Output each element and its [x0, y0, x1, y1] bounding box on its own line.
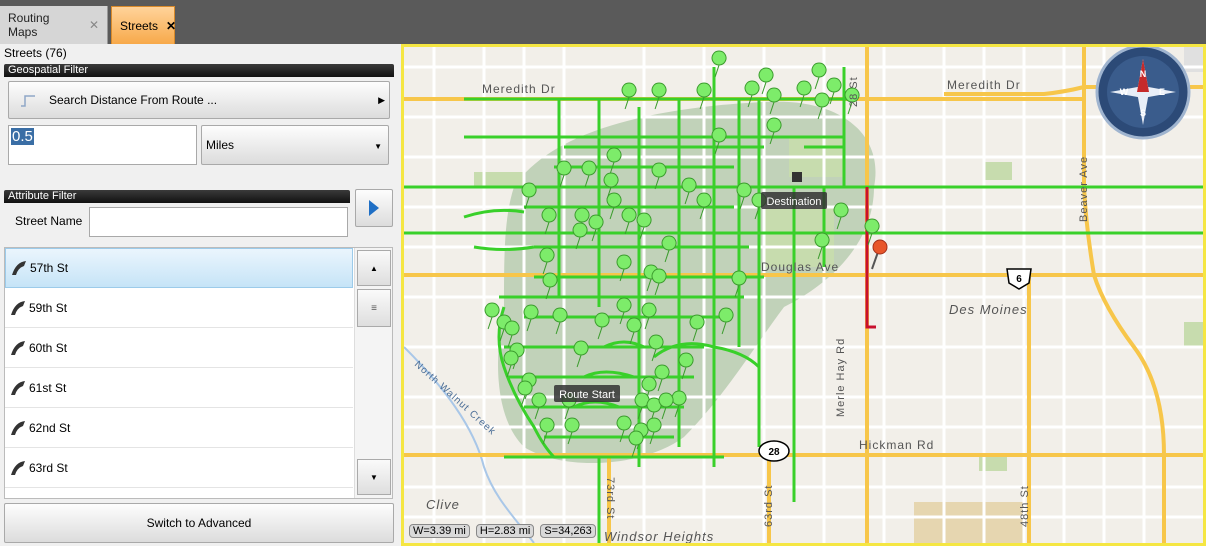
streets-list: 57th St 59th St 60th St 61st St 62nd St … [4, 247, 393, 499]
label-28-st: 28 St [848, 76, 860, 107]
tab-routing-maps-label: Routing Maps [8, 11, 50, 39]
close-icon[interactable]: ✕ [89, 18, 99, 32]
apply-filter-button[interactable] [355, 189, 393, 227]
street-icon [11, 300, 25, 315]
chevron-right-icon: ▶ [378, 95, 385, 105]
street-icon [11, 460, 25, 475]
street-icon [11, 420, 25, 435]
map-canvas: 6 28 Meredith Dr Meredith Dr Douglas Ave… [404, 47, 1203, 543]
destination-label: Destination [766, 196, 821, 208]
label-merle-hay: Merle Hay Rd [835, 338, 847, 417]
chevron-down-icon: ▼ [374, 142, 382, 151]
distance-value: 0.5 [11, 128, 34, 145]
route-start-label: Route Start [559, 389, 615, 401]
shopping-area [914, 502, 1024, 543]
compass-icon[interactable]: N S E W [1095, 47, 1191, 140]
label-douglas: Douglas Ave [761, 260, 839, 274]
park [474, 172, 524, 187]
street-icon [11, 340, 25, 355]
switch-to-advanced-button[interactable]: Switch to Advanced [4, 503, 394, 543]
geospatial-filter-header: Geospatial Filter [4, 64, 394, 77]
label-clive: Clive [426, 497, 460, 512]
list-item[interactable]: 57th St [5, 248, 353, 288]
svg-text:W: W [1120, 87, 1129, 97]
tab-streets[interactable]: Streets ✕ [111, 6, 176, 44]
streets-count: Streets (76) [4, 46, 67, 60]
list-item-label: 61st St [29, 380, 67, 395]
svg-text:N: N [1140, 69, 1147, 79]
list-item-label: 57th St [30, 261, 69, 275]
park [1184, 322, 1203, 348]
label-meredith-right: Meredith Dr [947, 78, 1021, 92]
tab-bar: Routing Maps ✕ Streets ✕ [0, 0, 1206, 44]
scroll-thumb[interactable]: ≡ [357, 289, 391, 327]
map-view[interactable]: 6 28 Meredith Dr Meredith Dr Douglas Ave… [401, 44, 1206, 546]
hwy-28-label: 28 [768, 447, 780, 458]
search-distance-label: Search Distance From Route ... [49, 93, 218, 107]
width-readout: W=3.39 mi [409, 524, 470, 538]
units-selected: Miles [206, 138, 235, 152]
label-73rd: 73rd St [604, 477, 616, 519]
list-item[interactable]: 63rd St [5, 448, 353, 488]
search-distance-button[interactable]: Search Distance From Route ... ▶ [8, 81, 390, 119]
park [984, 162, 1012, 180]
label-beaver: Beaver Ave [1078, 156, 1090, 222]
scale-readout: S=34,263 [540, 524, 596, 538]
tab-streets-label: Streets [120, 18, 159, 33]
distance-input[interactable]: 0.5 [8, 125, 197, 165]
route-start-callout: Route Start [554, 385, 620, 402]
height-readout: H=2.83 mi [475, 524, 535, 538]
label-des-moines: Des Moines [949, 302, 1028, 317]
list-item-label: 63rd St [29, 460, 68, 475]
destination-callout: Destination [761, 192, 827, 209]
units-select[interactable]: Miles ▼ [201, 125, 389, 165]
route-icon [21, 95, 35, 107]
label-meredith-left: Meredith Dr [482, 82, 556, 96]
scroll-up-button[interactable]: ▲ [357, 250, 391, 286]
svg-text:S: S [1140, 108, 1146, 118]
play-icon [369, 200, 379, 216]
list-item[interactable]: 59th St [5, 288, 353, 328]
label-63rd: 63rd St [763, 485, 775, 527]
label-windsor: Windsor Heights [604, 529, 714, 543]
hwy-6-label: 6 [1016, 274, 1022, 285]
close-icon[interactable]: ✕ [166, 19, 176, 33]
attribute-filter-header: Attribute Filter [4, 190, 350, 203]
label-hickman: Hickman Rd [859, 438, 934, 452]
tab-routing-maps[interactable]: Routing Maps ✕ [0, 6, 108, 44]
list-item[interactable]: 61st St [5, 368, 353, 408]
list-item-label: 62nd St [29, 420, 71, 435]
street-icon [12, 261, 26, 275]
list-item[interactable]: 60th St [5, 328, 353, 368]
filter-panel: Streets (76) Geospatial Filter Search Di… [0, 44, 400, 546]
list-item-label: 59th St [29, 300, 68, 315]
street-name-input[interactable] [89, 207, 348, 237]
scroll-down-button[interactable]: ▼ [357, 459, 391, 495]
map-readouts: W=3.39 mi H=2.83 mi S=34,263 [409, 524, 596, 538]
highway-shield-28: 28 [758, 440, 790, 462]
street-name-label: Street Name [15, 214, 83, 228]
svg-text:E: E [1159, 87, 1165, 97]
list-item[interactable]: 62nd St [5, 408, 353, 448]
label-48th: 48th St [1019, 485, 1031, 527]
checkered-flag-icon [792, 172, 802, 182]
list-scrollbar[interactable]: ▲ ≡ ▼ [354, 248, 392, 498]
street-icon [11, 380, 25, 395]
list-item-label: 60th St [29, 340, 68, 355]
